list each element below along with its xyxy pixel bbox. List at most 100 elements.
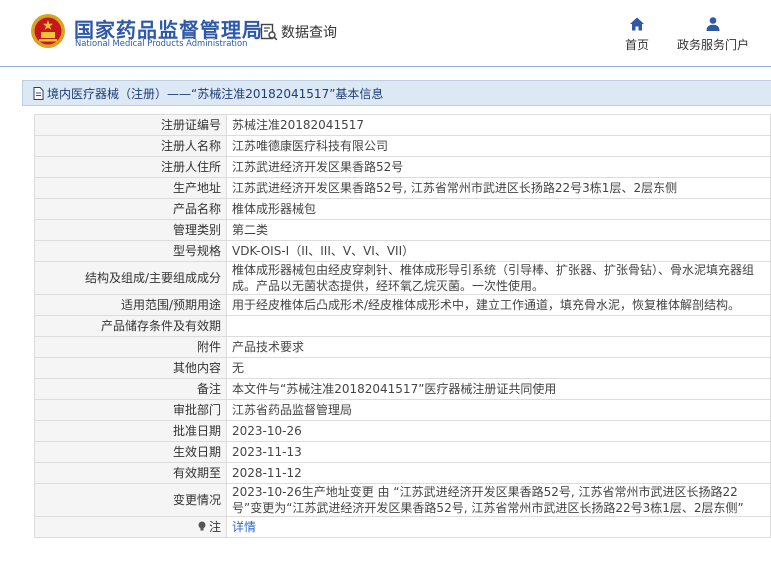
row-label: 生产地址: [34, 177, 227, 199]
table-row: 产品储存条件及有效期: [34, 315, 771, 337]
row-label-text: 附件: [196, 340, 221, 354]
row-value-text: 用于经皮椎体后凸成形术/经皮椎体成形术中，建立工作通道，填充骨水泥，恢复椎体解剖…: [232, 298, 741, 312]
header-divider: [0, 66, 771, 67]
row-value-text: 椎体成形器械包由经皮穿刺针、椎体成形导引系统（引导棒、扩张器、扩张骨钻）、骨水泥…: [232, 263, 755, 293]
row-value[interactable]: 详情: [226, 516, 771, 538]
table-row: 型号规格 VDK-OIS-I（II、III、V、VI、VII）: [34, 240, 771, 262]
nav-service-portal[interactable]: 政务服务门户: [672, 16, 754, 53]
row-label: 生效日期: [34, 441, 227, 463]
row-label: 变更情况: [34, 483, 227, 517]
row-value-text: VDK-OIS-I（II、III、V、VI、VII）: [232, 244, 415, 258]
table-row: 生效日期 2023-11-13: [34, 441, 771, 463]
table-row: 审批部门 江苏省药品监督管理局: [34, 399, 771, 421]
data-query-link[interactable]: 数据查询: [260, 22, 337, 42]
row-label: 其他内容: [34, 357, 227, 379]
row-label-text: 结构及组成/主要组成成分: [84, 271, 221, 285]
row-value-text: 无: [232, 361, 245, 375]
row-label: 适用范围/预期用途: [34, 294, 227, 316]
row-value: 本文件与“苏械注准20182041517”医疗器械注册证共同使用: [226, 378, 771, 400]
row-label: 产品储存条件及有效期: [34, 315, 227, 337]
row-label: 注册证编号: [34, 114, 227, 136]
site-header: 国家药品监督管理局 National Medical Products Admi…: [0, 0, 771, 66]
row-label-text: 审批部门: [172, 403, 221, 417]
row-label: 注册人名称: [34, 135, 227, 157]
home-icon: [630, 17, 644, 31]
row-label-text: 注: [208, 520, 221, 534]
row-label-text: 注册人名称: [160, 139, 221, 153]
row-value: 江苏武进经济开发区果香路52号: [226, 156, 771, 178]
table-row: 注册人名称 江苏唯德康医疗科技有限公司: [34, 135, 771, 157]
row-label-text: 变更情况: [172, 493, 221, 507]
row-value-text: 江苏武进经济开发区果香路52号, 江苏省常州市武进区长扬路22号3栋1层、2层东…: [232, 181, 678, 195]
row-value: 2028-11-12: [226, 462, 771, 484]
table-row: 生产地址 江苏武进经济开发区果香路52号, 江苏省常州市武进区长扬路22号3栋1层…: [34, 177, 771, 199]
row-label-text: 有效期至: [172, 466, 221, 480]
row-label-text: 产品储存条件及有效期: [100, 319, 221, 333]
row-label: 附件: [34, 336, 227, 358]
row-label-text: 注册人住所: [160, 160, 221, 174]
row-value-text: 2028-11-12: [232, 466, 302, 480]
table-row: 管理类别 第二类: [34, 219, 771, 241]
row-label: 有效期至: [34, 462, 227, 484]
row-value: VDK-OIS-I（II、III、V、VI、VII）: [226, 240, 771, 262]
table-row: 其他内容无: [34, 357, 771, 379]
row-label: 结构及组成/主要组成成分: [34, 261, 227, 295]
row-value: 用于经皮椎体后凸成形术/经皮椎体成形术中，建立工作通道，填充骨水泥，恢复椎体解剖…: [226, 294, 771, 316]
nav-home[interactable]: 首页: [620, 16, 654, 53]
user-icon: [706, 17, 720, 31]
row-label-text: 注册证编号: [160, 118, 221, 132]
row-value-text: 江苏省药品监督管理局: [232, 403, 353, 417]
row-value: 第二类: [226, 219, 771, 241]
row-label-text: 批准日期: [172, 424, 221, 438]
site-logo-subtitle: National Medical Products Administration: [75, 38, 248, 48]
row-value: 江苏武进经济开发区果香路52号, 江苏省常州市武进区长扬路22号3栋1层、2层东…: [226, 177, 771, 199]
table-row: 变更情况 2023-10-26生产地址变更 由 “江苏武进经济开发区果香路52号,…: [34, 483, 771, 517]
row-value-text: 2023-10-26生产地址变更 由 “江苏武进经济开发区果香路52号, 江苏省…: [232, 485, 744, 515]
breadcrumb: 境内医疗器械（注册）——“苏械注准20182041517”基本信息: [22, 80, 771, 106]
row-label-text: 备注: [196, 382, 221, 396]
table-row: 结构及组成/主要组成成分 椎体成形器械包由经皮穿刺针、椎体成形导引系统（引导棒、扩…: [34, 261, 771, 295]
row-value-text: 本文件与“苏械注准20182041517”医疗器械注册证共同使用: [232, 382, 557, 396]
row-value-text: 江苏唯德康医疗科技有限公司: [232, 139, 389, 153]
table-row: 注册人住所 江苏武进经济开发区果香路52号: [34, 156, 771, 178]
row-label-text: 管理类别: [172, 223, 221, 237]
row-label: 注册人住所: [34, 156, 227, 178]
table-row: 产品名称 椎体成形器械包: [34, 198, 771, 220]
row-value-text: 椎体成形器械包: [232, 202, 317, 216]
row-label-text: 其他内容: [172, 361, 221, 375]
details-link[interactable]: 详情: [232, 520, 256, 534]
row-label: 备注: [34, 378, 227, 400]
bulb-icon: [198, 521, 206, 531]
row-label-text: 产品名称: [172, 202, 221, 216]
query-icon: [260, 23, 278, 41]
document-icon: [33, 86, 44, 100]
row-value: 2023-10-26: [226, 420, 771, 442]
row-label: 管理类别: [34, 219, 227, 241]
row-label-text: 生产地址: [172, 181, 221, 195]
row-label: 注: [34, 516, 227, 538]
table-row: 批准日期 2023-10-26: [34, 420, 771, 442]
row-value: 椎体成形器械包: [226, 198, 771, 220]
row-label: 审批部门: [34, 399, 227, 421]
breadcrumb-text: 境内医疗器械（注册）——“苏械注准20182041517”基本信息: [47, 86, 384, 101]
table-row: 注册证编号 苏械注准20182041517: [34, 114, 771, 136]
row-value: 椎体成形器械包由经皮穿刺针、椎体成形导引系统（引导棒、扩张器、扩张骨钻）、骨水泥…: [226, 261, 771, 295]
row-value: 江苏省药品监督管理局: [226, 399, 771, 421]
row-label: 型号规格: [34, 240, 227, 262]
data-query-label: 数据查询: [281, 25, 337, 41]
row-value: 无: [226, 357, 771, 379]
row-label-text: 型号规格: [172, 244, 221, 258]
table-row: 有效期至 2028-11-12: [34, 462, 771, 484]
row-label: 产品名称: [34, 198, 227, 220]
row-value-text: 第二类: [232, 223, 269, 237]
row-value: [226, 315, 771, 337]
row-value: 2023-10-26生产地址变更 由 “江苏武进经济开发区果香路52号, 江苏省…: [226, 483, 771, 517]
national-emblem-icon: [31, 14, 65, 48]
row-value: 2023-11-13: [226, 441, 771, 463]
row-value-text: 产品技术要求: [232, 340, 305, 354]
row-value-text: 苏械注准20182041517: [232, 118, 364, 132]
table-row: 适用范围/预期用途 用于经皮椎体后凸成形术/经皮椎体成形术中，建立工作通道，填充骨…: [34, 294, 771, 316]
nav-service-label: 政务服务门户: [676, 38, 749, 52]
row-label: 批准日期: [34, 420, 227, 442]
table-row: 备注 本文件与“苏械注准20182041517”医疗器械注册证共同使用: [34, 378, 771, 400]
